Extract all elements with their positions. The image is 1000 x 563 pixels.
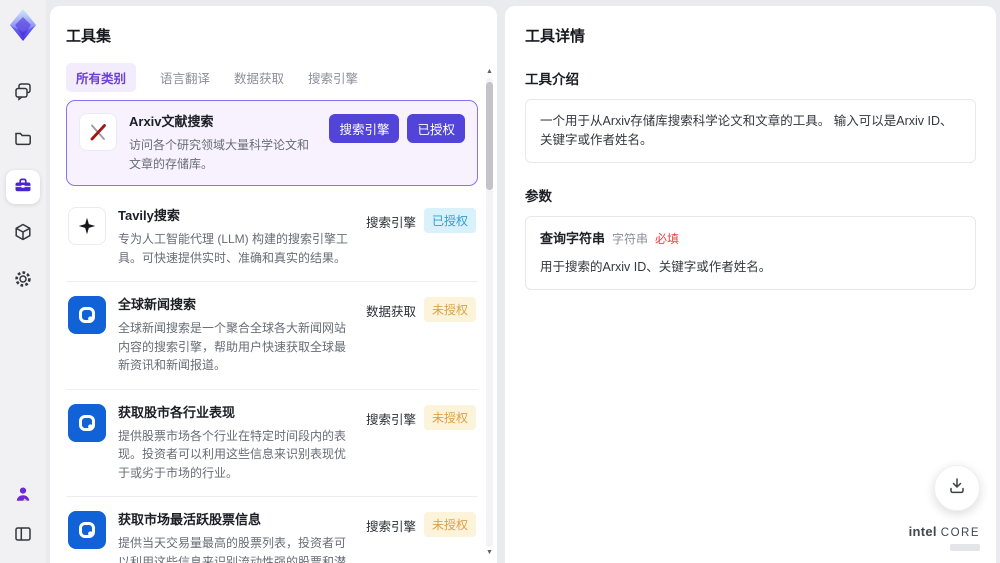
tool-details-panel: 工具详情 工具介绍 一个用于从Arxiv存储库搜索科学论文和文章的工具。 输入可… — [505, 6, 996, 563]
scroll-down-arrow[interactable]: ▼ — [485, 549, 494, 557]
profile-avatar[interactable] — [6, 479, 40, 513]
tool-description: 访问各个研究领域大量科学论文和文章的存储库。 — [129, 138, 310, 171]
chat-icon — [13, 81, 33, 106]
tool-list: Arxiv文献搜索 访问各个研究领域大量科学论文和文章的存储库。 搜索引擎 已授… — [66, 100, 478, 563]
category-badge: 搜索引擎 — [365, 216, 416, 230]
panel-toggle-icon — [13, 524, 33, 549]
sidebar-item-files[interactable] — [6, 123, 40, 157]
sidebar-bottom — [6, 479, 40, 553]
tool-description: 提供股票市场各个行业在特定时间段内的表现。投资者可以利用这些信息来识别表现优于或… — [118, 428, 347, 480]
app-logo — [8, 8, 38, 42]
tool-name: 获取市场最活跃股票信息 — [118, 512, 262, 527]
sidebar-item-toolset[interactable] — [6, 170, 40, 204]
param-description: 用于搜索的Arxiv ID、关键字或作者姓名。 — [540, 260, 772, 274]
intel-wordmark: intel — [908, 524, 937, 539]
download-icon — [947, 476, 967, 501]
tool-info: Tavily搜索 专为人工智能代理 (LLM) 构建的搜索引擎工具。可快速提供实… — [118, 207, 354, 267]
app-window: 工具集 所有类别 语言翻译 数据获取 搜索引擎 Arxiv文献搜索 访问各个研究… — [0, 0, 1000, 563]
news-blue-logo-icon — [68, 403, 106, 442]
tab-all-categories[interactable]: 所有类别 — [66, 63, 137, 92]
cube-icon — [13, 222, 33, 247]
tool-row-sector-performance[interactable]: 获取股市各行业表现 提供股票市场各个行业在特定时间段内的表现。投资者可以利用这些… — [66, 388, 478, 497]
tool-name: Arxiv文献搜索 — [129, 114, 214, 129]
scroll-up-arrow[interactable]: ▲ — [485, 68, 494, 76]
param-name: 查询字符串 — [540, 231, 606, 246]
tool-info: 全球新闻搜索 全球新闻搜索是一个聚合全球各大新闻网站内容的搜索引擎，帮助用户快速… — [118, 296, 354, 375]
sidebar — [0, 0, 46, 563]
param-required-flag: 必填 — [655, 232, 680, 246]
tool-badges: 搜索引擎 未授权 — [366, 511, 476, 563]
tool-description: 提供当天交易量最高的股票列表，投资者可以利用这些信息来识别流动性强的股票和潜在的… — [118, 536, 347, 563]
category-badge: 搜索引擎 — [365, 412, 416, 427]
category-badge: 搜索引擎 — [329, 114, 400, 143]
sidebar-item-settings[interactable] — [6, 264, 40, 298]
tool-name: Tavily搜索 — [118, 208, 180, 223]
news-blue-logo-icon — [68, 296, 106, 334]
details-title: 工具详情 — [525, 28, 586, 45]
sparkle-logo-icon — [68, 207, 106, 245]
param-header: 查询字符串 字符串 必填 — [540, 229, 961, 249]
collapse-sidebar-button[interactable] — [6, 519, 40, 553]
param-card: 查询字符串 字符串 必填 用于搜索的Arxiv ID、关键字或作者姓名。 — [525, 216, 976, 290]
auth-status-badge: 未授权 — [423, 297, 476, 322]
tool-info: 获取股市各行业表现 提供股票市场各个行业在特定时间段内的表现。投资者可以利用这些… — [118, 404, 354, 483]
category-badge: 搜索引擎 — [365, 520, 416, 534]
user-icon — [13, 484, 33, 509]
arxiv-logo-icon — [79, 113, 117, 151]
news-blue-logo-icon — [68, 511, 106, 549]
tool-info: 获取市场最活跃股票信息 提供当天交易量最高的股票列表，投资者可以利用这些信息来识… — [118, 511, 354, 563]
tab-language-translation[interactable]: 语言翻译 — [160, 68, 210, 87]
param-type: 字符串 — [612, 232, 649, 246]
tool-info: Arxiv文献搜索 访问各个研究领域大量科学论文和文章的存储库。 — [129, 113, 317, 173]
scrollbar-thumb[interactable] — [486, 82, 493, 190]
brand-bar — [950, 544, 980, 551]
toolbox-icon — [13, 175, 33, 200]
core-wordmark: CORE — [940, 527, 980, 539]
auth-status-badge: 已授权 — [407, 114, 465, 143]
intro-card: 一个用于从Arxiv存储库搜索科学论文和文章的工具。 输入可以是Arxiv ID… — [525, 99, 976, 163]
toolset-panel: 工具集 所有类别 语言翻译 数据获取 搜索引擎 Arxiv文献搜索 访问各个研究… — [50, 6, 497, 563]
tab-search-engine[interactable]: 搜索引擎 — [308, 68, 358, 87]
tool-row-tavily[interactable]: Tavily搜索 专为人工智能代理 (LLM) 构建的搜索引擎工具。可快速提供实… — [66, 193, 478, 281]
sidebar-item-models[interactable] — [6, 217, 40, 251]
list-scrollbar[interactable]: ▲ ▼ — [485, 68, 494, 557]
intro-heading: 工具介绍 — [525, 72, 579, 87]
tool-row-most-active-stocks[interactable]: 获取市场最活跃股票信息 提供当天交易量最高的股票列表，投资者可以利用这些信息来识… — [66, 496, 478, 563]
tool-badges: 数据获取 未授权 — [366, 296, 476, 375]
gear-icon — [13, 269, 33, 294]
category-tabs: 所有类别 语言翻译 数据获取 搜索引擎 — [66, 63, 481, 92]
toolset-title: 工具集 — [66, 28, 112, 45]
intel-core-logo: intel CORE — [909, 523, 980, 551]
tool-description: 专为人工智能代理 (LLM) 构建的搜索引擎工具。可快速提供实时、准确和真实的结… — [118, 232, 349, 265]
category-badge: 数据获取 — [365, 305, 416, 319]
tool-row-arxiv[interactable]: Arxiv文献搜索 访问各个研究领域大量科学论文和文章的存储库。 搜索引擎 已授… — [66, 100, 478, 186]
tool-name: 全球新闻搜索 — [118, 297, 197, 312]
download-button[interactable] — [934, 465, 980, 511]
sidebar-nav — [6, 76, 40, 298]
auth-status-badge: 未授权 — [423, 512, 476, 537]
tool-row-global-news[interactable]: 全球新闻搜索 全球新闻搜索是一个聚合全球各大新闻网站内容的搜索引擎，帮助用户快速… — [66, 281, 478, 389]
tab-data-acquisition[interactable]: 数据获取 — [234, 68, 284, 87]
tool-badges: 搜索引擎 已授权 — [329, 113, 465, 173]
tool-name: 获取股市各行业表现 — [118, 404, 236, 420]
tool-badges: 搜索引擎 已授权 — [366, 207, 476, 267]
params-heading: 参数 — [525, 189, 552, 204]
tool-description: 全球新闻搜索是一个聚合全球各大新闻网站内容的搜索引擎，帮助用户快速获取全球最新资… — [118, 321, 347, 372]
tool-badges: 搜索引擎 未授权 — [366, 404, 476, 483]
auth-status-badge: 已授权 — [423, 208, 476, 233]
auth-status-badge: 未授权 — [423, 404, 476, 430]
sidebar-item-chat[interactable] — [6, 76, 40, 110]
folder-icon — [13, 128, 33, 153]
intro-text: 一个用于从Arxiv存储库搜索科学论文和文章的工具。 输入可以是Arxiv ID… — [540, 114, 953, 147]
